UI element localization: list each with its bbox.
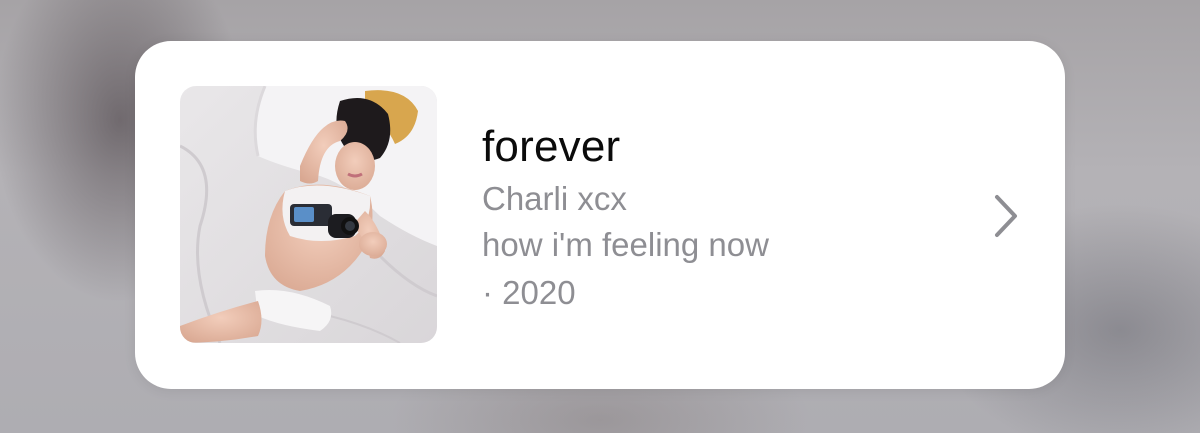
album-artwork (180, 86, 437, 343)
release-year: · 2020 (482, 274, 576, 311)
music-share-card[interactable]: forever Charli xcx how i'm feeling now ·… (135, 41, 1065, 389)
artist-name: Charli xcx (482, 180, 627, 217)
chevron-right-icon[interactable] (989, 191, 1023, 241)
track-title: forever (482, 122, 621, 171)
album-name: how i'm feeling now (482, 226, 769, 263)
